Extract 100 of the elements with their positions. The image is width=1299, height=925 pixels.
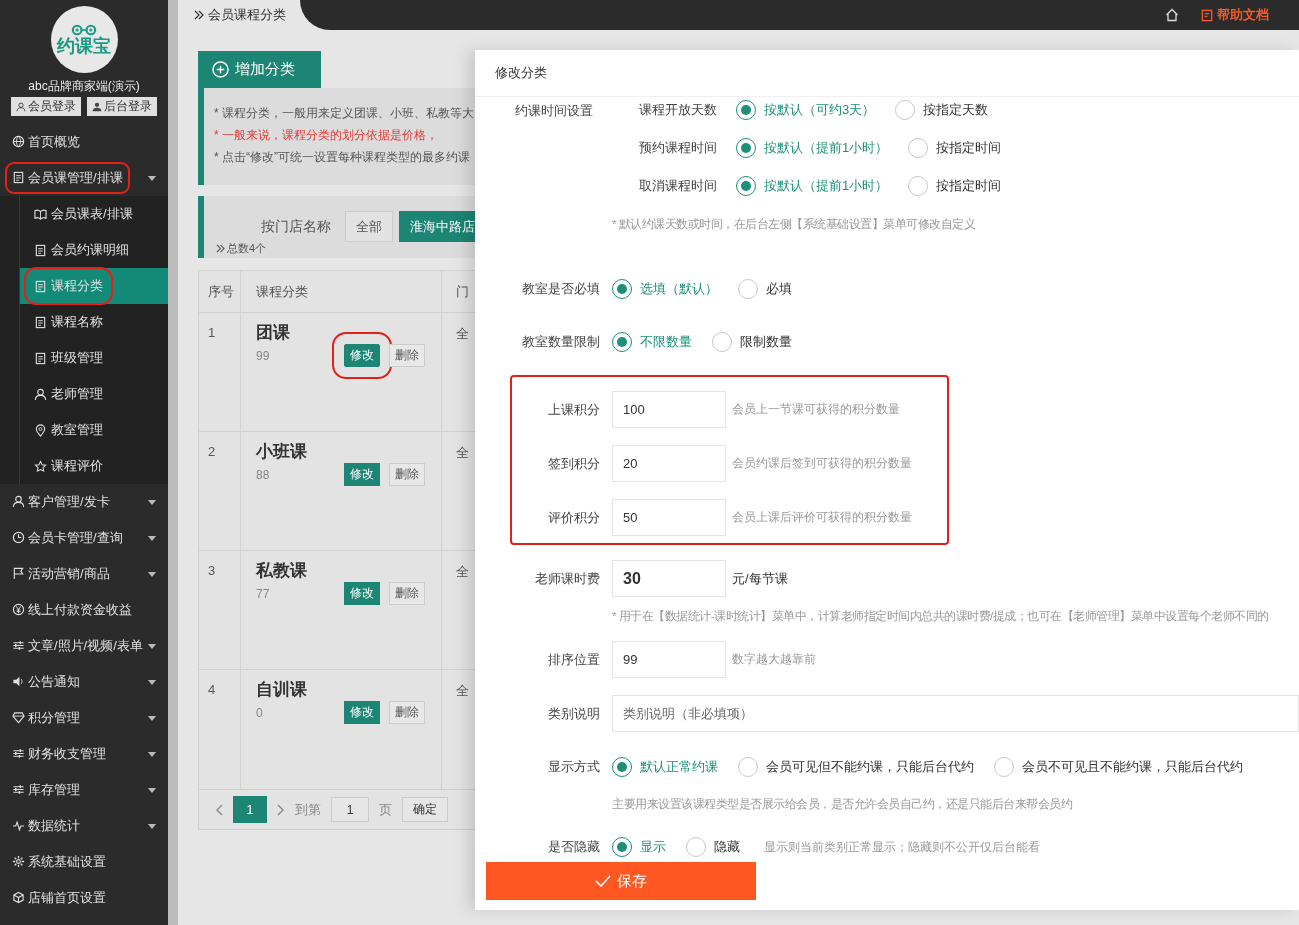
input-field[interactable]: 100	[612, 391, 726, 428]
field-label: 签到积分	[547, 454, 600, 473]
caret-icon	[148, 823, 156, 829]
input-field[interactable]: 类别说明（非必填项）	[612, 695, 1299, 732]
edit-button[interactable]: 修改	[344, 701, 380, 724]
pulse-icon	[12, 819, 25, 833]
table-cell: 2	[199, 432, 241, 550]
radio-option[interactable]: 显示	[612, 837, 666, 857]
total-count: 总数4个	[227, 241, 267, 256]
delete-button[interactable]: 删除	[389, 701, 425, 724]
menu-item[interactable]: 数据统计	[0, 808, 168, 844]
caret-icon	[148, 571, 156, 577]
chevron-left-icon[interactable]	[215, 803, 223, 816]
delete-button[interactable]: 删除	[389, 344, 425, 367]
menu-item[interactable]: 会员课管理/排课	[0, 160, 168, 196]
book-icon	[34, 207, 47, 221]
person-icon	[12, 495, 25, 509]
input-field[interactable]: 20	[612, 445, 726, 482]
chevron-right-icon[interactable]	[277, 803, 285, 816]
clock-icon	[12, 531, 25, 545]
edit-button[interactable]: 修改	[344, 463, 380, 486]
menu-item[interactable]: 积分管理	[0, 700, 168, 736]
radio-option[interactable]: 按指定时间	[908, 138, 1002, 158]
dialog-title: 修改分类	[475, 50, 1299, 97]
plus-circle-icon	[212, 61, 229, 78]
breadcrumb: 会员课程分类	[208, 6, 286, 24]
caret-icon	[148, 499, 156, 505]
field-label: 教室数量限制	[521, 333, 600, 351]
field-hint: 会员上课后评价可获得的积分数量	[732, 509, 912, 526]
add-category-button[interactable]: 增加分类	[198, 51, 321, 88]
login-button[interactable]: 后台登录	[87, 97, 157, 116]
category-name: 小班课	[256, 441, 307, 463]
menu-item[interactable]: 文章/照片/视频/表单	[0, 628, 168, 664]
edit-button[interactable]: 修改	[344, 344, 380, 367]
double-chevron-icon	[216, 244, 225, 253]
delete-button[interactable]: 删除	[389, 582, 425, 605]
field-label: 取消课程时间	[639, 177, 718, 195]
menu-item[interactable]: 线上付款资金收益	[0, 592, 168, 628]
radio-option[interactable]: 按默认（提前1小时）	[736, 176, 889, 196]
radio-option[interactable]: 按指定时间	[908, 176, 1002, 196]
radio-option[interactable]: 默认正常约课	[612, 757, 718, 777]
sliders-icon	[12, 747, 25, 761]
radio-option[interactable]: 必填	[738, 279, 792, 299]
column-header: 课程分类	[241, 270, 442, 313]
page-input[interactable]: 1	[331, 797, 369, 822]
flag-icon	[12, 567, 25, 581]
radio-option[interactable]: 按默认（提前1小时）	[736, 138, 889, 158]
radio-option[interactable]: 会员可见但不能约课，只能后台代约	[738, 757, 974, 777]
radio-option[interactable]: 选填（默认）	[612, 279, 718, 299]
field-label: 是否隐藏	[547, 838, 600, 856]
radio-option[interactable]: 隐藏	[686, 837, 740, 857]
store-filter-button[interactable]: 全部	[345, 211, 393, 242]
caret-icon	[148, 787, 156, 793]
store-filter-button[interactable]: 淮海中路店	[399, 211, 475, 242]
person-icon	[34, 387, 47, 401]
radio-option[interactable]: 按默认（可约3天）	[736, 100, 876, 120]
document-icon	[34, 351, 47, 365]
person-icon	[16, 101, 26, 112]
field-label: 预约课程时间	[639, 139, 718, 157]
input-field[interactable]: 50	[612, 499, 726, 536]
menu-item[interactable]: 会员卡管理/查询	[0, 520, 168, 556]
column-header: 门	[455, 282, 470, 301]
radio-option[interactable]: 按指定天数	[895, 100, 989, 120]
binoculars-icon	[71, 23, 97, 36]
input-field[interactable]: 99	[612, 641, 726, 678]
star-icon	[34, 459, 47, 473]
sort-value: 88	[256, 467, 270, 482]
radio-option[interactable]: 会员不可见且不能约课，只能后台代约	[994, 757, 1243, 777]
radio-option[interactable]: 限制数量	[712, 332, 792, 352]
filter-label: 按门店名称	[261, 217, 331, 236]
caret-icon	[148, 751, 156, 757]
caret-icon	[148, 535, 156, 541]
confirm-button[interactable]: 确定	[402, 797, 448, 822]
page-unit: 页	[379, 800, 392, 819]
column-header: 序号	[199, 270, 241, 313]
menu-item[interactable]: 活动营销/商品	[0, 556, 168, 592]
menu-item[interactable]: 库存管理	[0, 772, 168, 808]
menu-item[interactable]: 店铺首页设置	[0, 880, 168, 916]
sliders-icon	[12, 783, 25, 797]
delete-button[interactable]: 删除	[389, 463, 425, 486]
radio-option[interactable]: 不限数量	[612, 332, 692, 352]
field-hint: 显示则当前类别正常显示；隐藏则不公开仅后台能看	[764, 838, 1040, 856]
document-icon	[34, 279, 47, 293]
field-label: 排序位置	[547, 650, 600, 669]
menu-item[interactable]: 客户管理/发卡	[0, 484, 168, 520]
person-icon	[92, 101, 102, 112]
page-button[interactable]: 1	[233, 796, 267, 823]
menu-item[interactable]: 财务收支管理	[0, 736, 168, 772]
account-name: abc品牌商家端(演示)	[27, 78, 141, 95]
input-field[interactable]: 30	[612, 560, 726, 597]
home-icon[interactable]	[1165, 8, 1179, 22]
menu-item[interactable]: 系统基础设置	[0, 844, 168, 880]
menu-item[interactable]: 公告通知	[0, 664, 168, 700]
category-name: 私教课	[256, 560, 307, 582]
help-link[interactable]: 帮助文档	[1201, 6, 1269, 24]
field-label: 约课时间设置	[515, 102, 594, 120]
edit-button[interactable]: 修改	[344, 582, 380, 605]
login-button[interactable]: 会员登录	[11, 97, 81, 116]
category-name: 团课	[256, 322, 290, 344]
menu-item[interactable]: 首页概览	[0, 124, 168, 160]
